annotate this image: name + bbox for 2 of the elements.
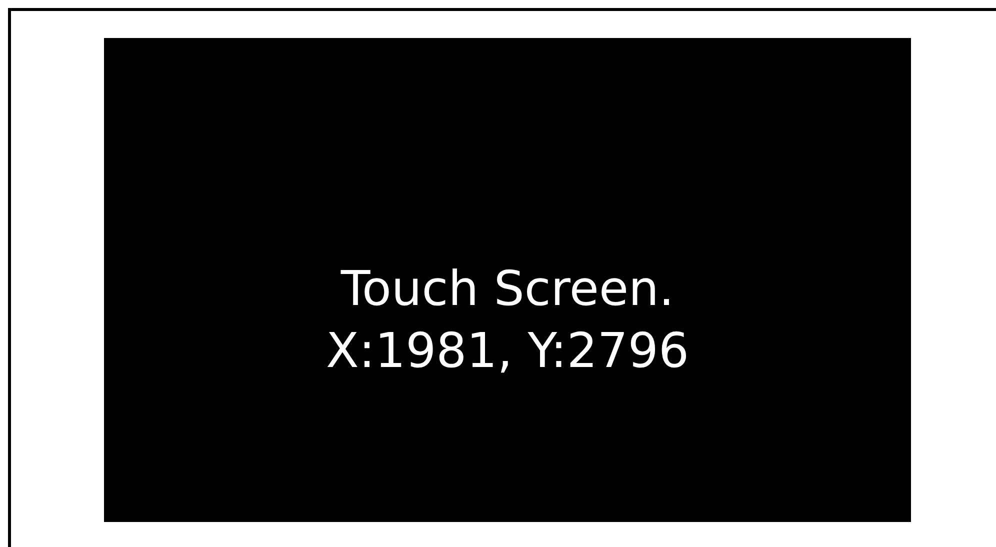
display-text: X:1981, Y:2796: [326, 322, 689, 381]
display-text: Touch Screen.: [340, 260, 674, 319]
